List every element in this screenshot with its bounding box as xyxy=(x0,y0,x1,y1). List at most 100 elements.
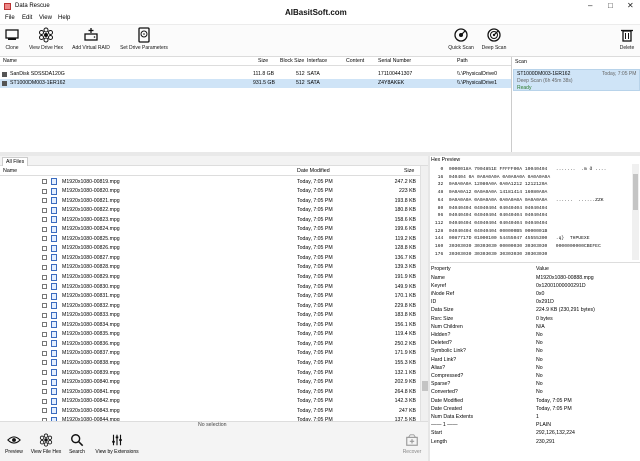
col-name[interactable]: Name xyxy=(3,58,17,64)
file-checkbox[interactable] xyxy=(42,207,47,213)
file-checkbox[interactable] xyxy=(42,350,47,356)
file-row[interactable]: M1920x1080-00835.mpg Today, 7:05 PM 119.4 … xyxy=(0,330,420,340)
file-row[interactable]: M1920x1080-00830.mpg Today, 7:05 PM 149.9 … xyxy=(0,282,420,292)
file-checkbox[interactable] xyxy=(42,322,47,328)
file-checkbox[interactable] xyxy=(42,264,47,270)
drive-row[interactable]: SanDisk SDSSDA120G 111.8 GB 512 SATA 171… xyxy=(0,70,511,79)
file-row[interactable]: M1920x1080-00840.mpg Today, 7:05 PM 202.9 … xyxy=(0,378,420,388)
file-row[interactable]: M1920x1080-00829.mpg Today, 7:05 PM 191.9 … xyxy=(0,273,420,283)
file-row[interactable]: M1920x1080-00825.mpg Today, 7:05 PM 119.2 … xyxy=(0,234,420,244)
file-size: 250.2 KB xyxy=(394,340,416,347)
file-date: Today, 7:05 PM xyxy=(297,340,333,347)
file-row[interactable]: M1920x1080-00842.mpg Today, 7:05 PM 142.3 … xyxy=(0,397,420,407)
file-checkbox[interactable] xyxy=(42,303,47,309)
file-name: M1920x1080-00823.mpg xyxy=(62,216,120,223)
file-checkbox[interactable] xyxy=(42,274,47,280)
file-checkbox[interactable] xyxy=(42,398,47,404)
file-row[interactable]: M1920x1080-00836.mpg Today, 7:05 PM 250.2 … xyxy=(0,339,420,349)
file-list-scrollbar[interactable] xyxy=(420,166,428,421)
set-drive-parameters-button[interactable]: Set Drive Parameters xyxy=(117,27,171,51)
file-row[interactable]: M1920x1080-00839.mpg Today, 7:05 PM 132.1 … xyxy=(0,368,420,378)
view-by-extensions-button[interactable]: View by Extensions xyxy=(92,433,142,455)
file-checkbox[interactable] xyxy=(42,341,47,347)
hex-scrollbar[interactable] xyxy=(632,164,639,260)
col-interface[interactable]: Interface xyxy=(307,58,327,64)
file-checkbox[interactable] xyxy=(42,293,47,299)
col-file-size[interactable]: Size xyxy=(404,168,414,174)
add-virtual-raid-button[interactable]: Add Virtual RAID xyxy=(70,27,112,51)
file-checkbox[interactable] xyxy=(42,198,47,204)
file-checkbox[interactable] xyxy=(42,179,47,184)
col-path[interactable]: Path xyxy=(457,58,468,64)
tab-all-files[interactable]: All Files xyxy=(2,157,29,166)
file-row[interactable]: M1920x1080-00819.mpg Today, 7:05 PM 247.2 … xyxy=(0,177,420,187)
col-size[interactable]: Size xyxy=(258,58,268,64)
file-checkbox[interactable] xyxy=(42,255,47,261)
file-name: M1920x1080-00842.mpg xyxy=(62,398,120,405)
properties-header: Property Value xyxy=(430,265,640,273)
minimize-button[interactable]: – xyxy=(588,1,592,10)
close-button[interactable]: ✕ xyxy=(627,1,634,10)
deep-scan-button[interactable]: Deep Scan xyxy=(481,27,507,51)
file-row[interactable]: M1920x1080-00843.mpg Today, 7:05 PM 247 KB xyxy=(0,406,420,416)
file-checkbox[interactable] xyxy=(42,226,47,232)
recover-label: Recover xyxy=(402,449,422,455)
file-checkbox[interactable] xyxy=(42,408,47,414)
file-row[interactable]: M1920x1080-00828.mpg Today, 7:05 PM 139.3 … xyxy=(0,263,420,273)
file-row[interactable]: M1920x1080-00837.mpg Today, 7:05 PM 171.9 … xyxy=(0,349,420,359)
scrollbar-thumb[interactable] xyxy=(633,174,638,210)
col-content[interactable]: Content xyxy=(346,58,364,64)
file-row[interactable]: M1920x1080-00841.mpg Today, 7:05 PM 264.8 … xyxy=(0,387,420,397)
file-row[interactable]: M1920x1080-00833.mpg Today, 7:05 PM 183.8 … xyxy=(0,311,420,321)
menu-edit[interactable]: Edit xyxy=(22,15,32,21)
file-row[interactable]: M1920x1080-00834.mpg Today, 7:05 PM 156.1 … xyxy=(0,320,420,330)
file-row[interactable]: M1920x1080-00824.mpg Today, 7:05 PM 199.6 … xyxy=(0,225,420,235)
drive-serial: 171100441307 xyxy=(378,71,413,77)
clone-button[interactable]: Clone xyxy=(3,27,21,51)
hex-line: 80 04040404 04040404 04040404 04040404 xyxy=(432,205,548,211)
file-checkbox[interactable] xyxy=(42,360,47,366)
maximize-button[interactable]: □ xyxy=(608,1,613,10)
file-row[interactable]: M1920x1080-00832.mpg Today, 7:05 PM 229.8 … xyxy=(0,301,420,311)
preview-button[interactable]: Preview xyxy=(3,433,25,455)
menu-file[interactable]: File xyxy=(5,15,15,21)
file-checkbox[interactable] xyxy=(42,245,47,251)
menu-help[interactable]: Help xyxy=(58,15,70,21)
file-checkbox[interactable] xyxy=(42,370,47,375)
drive-row-selected[interactable]: ST1000DM003-1ER162 931.5 GB 512 SATA Z4Y… xyxy=(0,79,511,88)
file-row[interactable]: M1920x1080-00826.mpg Today, 7:05 PM 128.8 … xyxy=(0,244,420,254)
file-row[interactable]: M1920x1080-00827.mpg Today, 7:05 PM 136.7 … xyxy=(0,253,420,263)
file-checkbox[interactable] xyxy=(42,389,47,395)
file-row[interactable]: M1920x1080-00820.mpg Today, 7:05 PM 223 KB xyxy=(0,187,420,197)
property-value: 0x291D xyxy=(536,299,554,306)
search-button[interactable]: Search xyxy=(66,433,88,455)
quick-scan-button[interactable]: Quick Scan xyxy=(447,27,475,51)
file-checkbox[interactable] xyxy=(42,284,47,290)
file-row[interactable]: M1920x1080-00821.mpg Today, 7:05 PM 193.8 … xyxy=(0,196,420,206)
col-serial[interactable]: Serial Number xyxy=(378,58,411,64)
col-file-name[interactable]: Name xyxy=(3,168,17,174)
property-key: Rsrc Size xyxy=(431,315,454,322)
col-block-size[interactable]: Block Size xyxy=(280,58,304,64)
col-date-modified[interactable]: Date Modified xyxy=(297,168,330,174)
file-checkbox[interactable] xyxy=(42,236,47,242)
file-row[interactable]: M1920x1080-00831.mpg Today, 7:05 PM 170.1 … xyxy=(0,292,420,302)
menu-view[interactable]: View xyxy=(39,15,52,21)
recover-button[interactable]: Recover xyxy=(400,433,424,455)
file-checkbox[interactable] xyxy=(42,188,47,194)
property-row: Num Children N/A xyxy=(430,323,640,331)
file-row[interactable]: M1920x1080-00823.mpg Today, 7:05 PM 158.6 … xyxy=(0,215,420,225)
file-checkbox[interactable] xyxy=(42,312,47,318)
view-drive-hex-button[interactable]: View Drive Hex xyxy=(26,27,66,51)
file-checkbox[interactable] xyxy=(42,217,47,223)
drive-block: 512 xyxy=(296,71,305,77)
file-checkbox[interactable] xyxy=(42,331,47,337)
view-file-hex-button[interactable]: View File Hex xyxy=(30,433,62,455)
delete-button[interactable]: Delete xyxy=(617,27,637,51)
file-row[interactable]: M1920x1080-00822.mpg Today, 7:05 PM 180.8 … xyxy=(0,206,420,216)
file-icon xyxy=(51,321,57,329)
property-row: Alias? No xyxy=(430,364,640,372)
file-checkbox[interactable] xyxy=(42,379,47,385)
scan-card[interactable]: ST1000DM003-1ER162 Today, 7:05 PM Deep S… xyxy=(513,69,640,91)
file-row[interactable]: M1920x1080-00838.mpg Today, 7:05 PM 155.3 … xyxy=(0,358,420,368)
